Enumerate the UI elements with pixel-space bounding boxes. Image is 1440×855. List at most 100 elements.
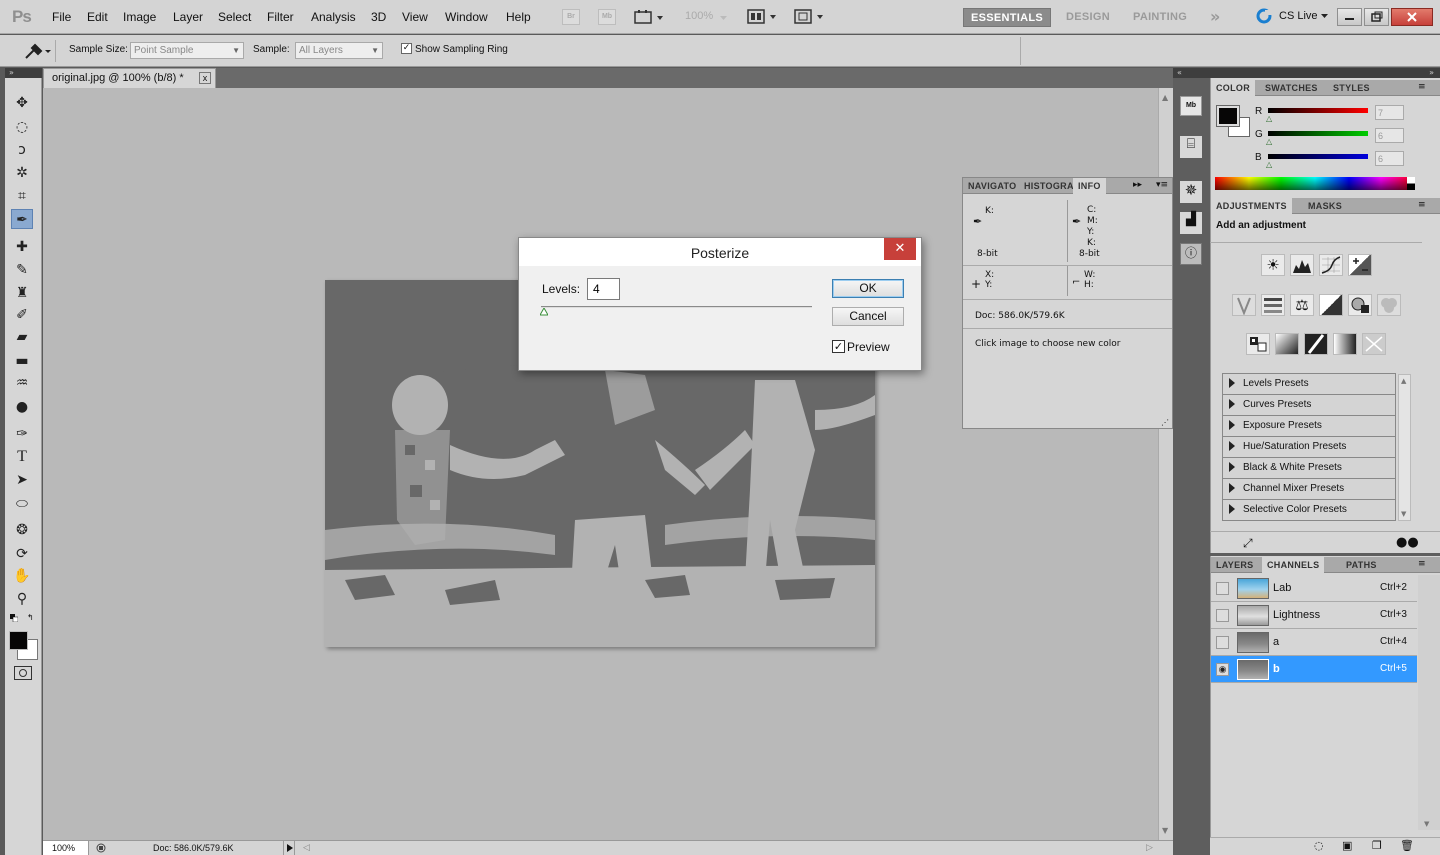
restore-button[interactable]: [1364, 8, 1389, 26]
tab-channels[interactable]: CHANNELS: [1262, 557, 1325, 573]
mini-bridge-icon[interactable]: Mb: [1180, 96, 1202, 116]
b-value[interactable]: 6: [1375, 151, 1404, 166]
foreground-color-swatch[interactable]: [9, 631, 28, 650]
clone-stamp-tool[interactable]: ♜: [11, 283, 33, 303]
r-slider[interactable]: [1268, 108, 1368, 113]
presets-scrollbar[interactable]: ▲ ▼: [1398, 374, 1411, 521]
color-balance-adj-icon[interactable]: ⚖: [1290, 294, 1314, 316]
mini-bridge-button[interactable]: Mb: [598, 9, 616, 25]
eyedropper-tool[interactable]: ✒: [11, 209, 33, 229]
screen-mode-button[interactable]: [794, 9, 828, 25]
menu-image[interactable]: Image: [123, 10, 156, 24]
load-selection-icon[interactable]: ◌: [1314, 839, 1324, 852]
scroll-up-icon[interactable]: ▲: [1162, 93, 1168, 102]
preset-channel-mixer[interactable]: Channel Mixer Presets: [1222, 479, 1396, 500]
invert-adj-icon[interactable]: [1246, 333, 1270, 355]
sample-size-select[interactable]: Point Sample ▼: [130, 42, 244, 59]
gradient-map-adj-icon[interactable]: [1333, 333, 1357, 355]
panel-menu-icon[interactable]: ≡: [1418, 200, 1426, 210]
lasso-tool[interactable]: ↄ: [11, 140, 33, 160]
dialog-close-button[interactable]: ✕: [884, 238, 916, 260]
gradient-tool[interactable]: ▬: [11, 351, 33, 371]
visibility-toggle[interactable]: [1216, 609, 1229, 622]
resize-grip-icon[interactable]: ⋰: [1161, 418, 1169, 427]
menu-edit[interactable]: Edit: [87, 10, 108, 24]
menu-layer[interactable]: Layer: [173, 10, 203, 24]
right-panel-collapse-icon[interactable]: »: [1210, 68, 1440, 78]
eye-icon[interactable]: ◉: [1216, 663, 1229, 676]
tab-paths[interactable]: PATHS: [1341, 557, 1382, 573]
default-colors-icon[interactable]: [10, 614, 18, 622]
brightness-contrast-icon[interactable]: ☀: [1261, 254, 1285, 276]
posterize-adj-icon[interactable]: [1275, 333, 1299, 355]
color-panel-fg-swatch[interactable]: [1216, 105, 1240, 127]
menu-view[interactable]: View: [402, 10, 428, 24]
hue-saturation-adj-icon[interactable]: [1261, 294, 1285, 316]
tab-swatches[interactable]: SWATCHES: [1260, 80, 1323, 96]
selective-color-adj-icon[interactable]: [1362, 333, 1386, 355]
path-selection-tool[interactable]: ➤: [11, 470, 33, 490]
new-channel-icon[interactable]: ❐: [1372, 839, 1382, 852]
extras-dropdown[interactable]: [634, 10, 668, 25]
levels-adj-icon[interactable]: [1290, 254, 1314, 276]
status-zoom[interactable]: 100%: [43, 841, 89, 855]
crop-tool[interactable]: ⌗: [11, 186, 33, 206]
visibility-toggle[interactable]: [1216, 582, 1229, 595]
preview-checkbox[interactable]: ✓: [832, 340, 845, 353]
exposure-adj-icon[interactable]: [1348, 254, 1372, 276]
marquee-tool[interactable]: ◌: [11, 117, 33, 137]
black-white-adj-icon[interactable]: [1319, 294, 1343, 316]
r-slider-thumb[interactable]: △: [1266, 114, 1272, 123]
scroll-left-icon[interactable]: ◁: [303, 842, 310, 853]
panel-collapse-icon[interactable]: ▸▸: [1133, 180, 1142, 190]
menu-analysis[interactable]: Analysis: [311, 10, 356, 24]
close-button[interactable]: [1391, 8, 1433, 26]
channel-row-lightness[interactable]: Lightness Ctrl+3: [1211, 602, 1417, 629]
levels-input[interactable]: [587, 278, 620, 300]
curves-adj-icon[interactable]: [1319, 254, 1343, 276]
tab-styles[interactable]: STYLES: [1328, 80, 1375, 96]
g-slider[interactable]: [1268, 131, 1368, 136]
brush-tool[interactable]: ✎: [11, 260, 33, 280]
arrange-documents-button[interactable]: [747, 9, 781, 25]
cancel-button[interactable]: Cancel: [832, 307, 904, 326]
tab-histogram[interactable]: HISTOGRA: [1019, 178, 1079, 194]
cs-live-dropdown-icon[interactable]: [1321, 10, 1329, 22]
scroll-down-icon[interactable]: ▼: [1162, 826, 1168, 835]
tab-color[interactable]: COLOR: [1211, 80, 1255, 96]
channel-mixer-adj-icon[interactable]: [1377, 294, 1401, 316]
hand-tool[interactable]: ✋: [11, 566, 33, 586]
scroll-right-icon[interactable]: ▷: [1146, 842, 1153, 853]
type-tool[interactable]: T: [11, 447, 33, 467]
threshold-adj-icon[interactable]: [1304, 333, 1328, 355]
workspace-design[interactable]: DESIGN: [1059, 8, 1117, 27]
3d-rotate-tool[interactable]: ❂: [11, 520, 33, 540]
scroll-down-icon[interactable]: ▼: [1401, 510, 1406, 518]
preset-levels[interactable]: Levels Presets: [1222, 374, 1396, 395]
panel-menu-icon[interactable]: ≡: [1418, 559, 1426, 569]
levels-slider-thumb[interactable]: [540, 308, 548, 316]
channel-row-lab[interactable]: Lab Ctrl+2: [1211, 575, 1417, 602]
info-panel-icon[interactable]: ⓘ: [1180, 243, 1202, 265]
menu-window[interactable]: Window: [445, 10, 488, 24]
channels-scrollbar[interactable]: ▼: [1418, 575, 1440, 830]
tools-collapse-icon[interactable]: »: [5, 68, 42, 78]
expand-view-icon[interactable]: ⤢: [1243, 536, 1253, 551]
bridge-button[interactable]: Br: [562, 9, 580, 25]
cs-live-button[interactable]: CS Live: [1279, 10, 1318, 22]
tool-preset-picker[interactable]: [20, 40, 56, 62]
menu-file[interactable]: File: [52, 10, 71, 24]
tab-info[interactable]: INFO: [1073, 178, 1106, 194]
visibility-toggle[interactable]: [1216, 636, 1229, 649]
shape-tool[interactable]: ⬭: [11, 494, 33, 514]
quick-selection-tool[interactable]: ✲: [11, 163, 33, 183]
spot-healing-tool[interactable]: ✚: [11, 237, 33, 257]
history-brush-tool[interactable]: ✐: [11, 305, 33, 325]
menu-3d[interactable]: 3D: [371, 10, 386, 24]
minimize-button[interactable]: [1337, 8, 1362, 26]
panel-menu-icon[interactable]: ▾≡: [1156, 180, 1168, 190]
dialog-title[interactable]: Posterize: [519, 238, 921, 266]
tab-navigator[interactable]: NAVIGATO: [963, 178, 1021, 194]
preset-hue-saturation[interactable]: Hue/Saturation Presets: [1222, 437, 1396, 458]
workspace-essentials[interactable]: ESSENTIALS: [963, 8, 1052, 27]
